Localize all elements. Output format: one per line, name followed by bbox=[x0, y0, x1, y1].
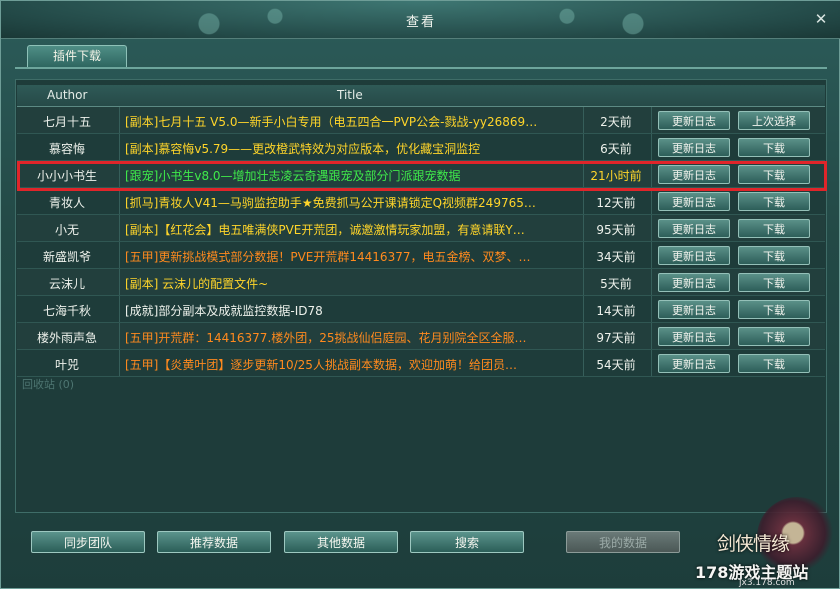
column-separator bbox=[119, 242, 120, 268]
window-titlebar: 查看 ✕ bbox=[1, 1, 840, 39]
row-updated-time: 12天前 bbox=[596, 196, 636, 210]
table-row[interactable]: 楼外雨声急 [五甲]开荒群：14416377.楼外团，25挑战仙侣庭园、花月别院全… bbox=[17, 323, 825, 350]
row-author: 慕容悔 bbox=[48, 142, 85, 156]
column-separator bbox=[651, 350, 652, 376]
game-logo-text: 剑侠情缘 bbox=[717, 533, 790, 555]
update-log-button[interactable]: 更新日志 bbox=[658, 246, 730, 265]
column-separator bbox=[119, 296, 120, 322]
table-row[interactable]: 青妆人 [抓马]青妆人V41—马驹监控助手★免费抓马公开课请锁定Q视频群24976… bbox=[17, 188, 825, 215]
search-button[interactable]: 搜索 bbox=[410, 531, 524, 553]
row-title: [副本]【红花会】电五唯满侠PVE开荒团，诚邀激情玩家加盟，有意请联Y… bbox=[125, 223, 525, 237]
download-button[interactable]: 下载 bbox=[738, 246, 810, 265]
row-title: [五甲]更新挑战模式部分数据！PVE开荒群14416377，电五金榜、双梦、… bbox=[125, 250, 531, 264]
table-row[interactable]: 七海千秋 [成就]部分副本及成就监控数据-ID78 14天前 更新日志 下载 bbox=[17, 296, 825, 323]
row-updated-time: 97天前 bbox=[596, 331, 636, 345]
tab-underline bbox=[15, 67, 827, 69]
window-title: 查看 bbox=[405, 15, 436, 30]
download-button[interactable]: 下载 bbox=[738, 273, 810, 292]
header-author[interactable]: Author bbox=[47, 88, 87, 102]
row-author: 七月十五 bbox=[42, 115, 91, 129]
table-body: 七月十五 [副本]七月十五 V5.0—新手小白专用（电五四合一PVP公会-戮战-y… bbox=[17, 107, 825, 377]
column-separator bbox=[651, 323, 652, 349]
column-separator bbox=[119, 269, 120, 295]
row-updated-time: 54天前 bbox=[596, 358, 636, 372]
column-separator bbox=[651, 161, 652, 187]
column-separator bbox=[119, 161, 120, 187]
table-row[interactable]: 新盛凯爷 [五甲]更新挑战模式部分数据！PVE开荒群14416377，电五金榜、双… bbox=[17, 242, 825, 269]
download-button[interactable]: 上次选择 bbox=[738, 111, 810, 130]
table-row[interactable]: 叶兕 [五甲]【炎黄叶团】逐步更新10/25人挑战副本数据，欢迎加萌！给团员… 54… bbox=[17, 350, 825, 377]
row-author: 七海千秋 bbox=[42, 304, 91, 318]
sync-team-button[interactable]: 同步团队 bbox=[31, 531, 145, 553]
update-log-button[interactable]: 更新日志 bbox=[658, 219, 730, 238]
tab-plugin-download[interactable]: 插件下载 bbox=[27, 45, 127, 67]
row-author: 云沫儿 bbox=[48, 277, 85, 291]
row-updated-time: 5天前 bbox=[600, 277, 632, 291]
table-row[interactable]: 云沫儿 [副本] 云沫儿的配置文件~ 5天前 更新日志 下载 bbox=[17, 269, 825, 296]
row-title: [跟宠]小书生v8.0—增加壮志凌云奇遇跟宠及部分门派跟宠数据 bbox=[125, 169, 461, 183]
row-author: 新盛凯爷 bbox=[42, 250, 91, 264]
header-title[interactable]: Title bbox=[337, 88, 363, 102]
column-separator bbox=[119, 350, 120, 376]
row-updated-time: 21小时前 bbox=[590, 169, 642, 183]
table-header: Author Title bbox=[17, 85, 825, 107]
column-separator bbox=[651, 134, 652, 160]
recommended-data-button[interactable]: 推荐数据 bbox=[157, 531, 271, 553]
row-title: [成就]部分副本及成就监控数据-ID78 bbox=[125, 304, 323, 318]
update-log-button[interactable]: 更新日志 bbox=[658, 192, 730, 211]
row-updated-time: 6天前 bbox=[600, 142, 632, 156]
row-author: 叶兕 bbox=[54, 358, 79, 372]
download-button[interactable]: 下载 bbox=[738, 138, 810, 157]
row-author: 青妆人 bbox=[48, 196, 85, 210]
row-updated-time: 2天前 bbox=[600, 115, 632, 129]
column-separator bbox=[119, 188, 120, 214]
row-updated-time: 34天前 bbox=[596, 250, 636, 264]
row-title: [副本]七月十五 V5.0—新手小白专用（电五四合一PVP公会-戮战-yy268… bbox=[125, 115, 538, 129]
row-author: 小小小书生 bbox=[36, 169, 97, 183]
column-separator bbox=[651, 296, 652, 322]
column-separator bbox=[119, 134, 120, 160]
download-button[interactable]: 下载 bbox=[738, 327, 810, 346]
download-button[interactable]: 下载 bbox=[738, 165, 810, 184]
close-icon[interactable]: ✕ bbox=[811, 10, 831, 28]
row-author: 小无 bbox=[54, 223, 79, 237]
update-log-button[interactable]: 更新日志 bbox=[658, 327, 730, 346]
update-log-button[interactable]: 更新日志 bbox=[658, 300, 730, 319]
row-author: 楼外雨声急 bbox=[36, 331, 97, 345]
row-updated-time: 14天前 bbox=[596, 304, 636, 318]
column-separator bbox=[651, 269, 652, 295]
row-title: [副本] 云沫儿的配置文件~ bbox=[125, 277, 269, 291]
column-separator bbox=[119, 107, 120, 133]
column-separator bbox=[651, 188, 652, 214]
download-button[interactable]: 下载 bbox=[738, 354, 810, 373]
update-log-button[interactable]: 更新日志 bbox=[658, 354, 730, 373]
row-updated-time: 95天前 bbox=[596, 223, 636, 237]
column-separator bbox=[651, 242, 652, 268]
update-log-button[interactable]: 更新日志 bbox=[658, 111, 730, 130]
other-data-button[interactable]: 其他数据 bbox=[284, 531, 398, 553]
column-separator bbox=[651, 107, 652, 133]
column-separator bbox=[651, 215, 652, 241]
row-title: [抓马]青妆人V41—马驹监控助手★免费抓马公开课请锁定Q视频群249765… bbox=[125, 196, 536, 210]
update-log-button[interactable]: 更新日志 bbox=[658, 165, 730, 184]
my-data-button: 我的数据 bbox=[566, 531, 680, 553]
update-log-button[interactable]: 更新日志 bbox=[658, 273, 730, 292]
table-row[interactable]: 慕容悔 [副本]慕容悔v5.79——更改橙武特效为对应版本，优化藏宝洞监控 6天前 更… bbox=[17, 134, 825, 161]
column-separator bbox=[119, 215, 120, 241]
download-button[interactable]: 下载 bbox=[738, 219, 810, 238]
table-row[interactable]: 小小小书生 [跟宠]小书生v8.0—增加壮志凌云奇遇跟宠及部分门派跟宠数据 21小时… bbox=[17, 161, 825, 188]
download-button[interactable]: 下载 bbox=[738, 300, 810, 319]
update-log-button[interactable]: 更新日志 bbox=[658, 138, 730, 157]
column-separator bbox=[119, 323, 120, 349]
plugin-viewer-window: 查看 ✕ 插件下载 回收站 (0) Author Title 七月十五 [副本]七… bbox=[0, 0, 840, 589]
row-title: [副本]慕容悔v5.79——更改橙武特效为对应版本，优化藏宝洞监控 bbox=[125, 142, 481, 156]
site-watermark-url: jx3.178.com bbox=[739, 578, 795, 588]
table-row[interactable]: 小无 [副本]【红花会】电五唯满侠PVE开荒团，诚邀激情玩家加盟，有意请联Y… 95… bbox=[17, 215, 825, 242]
row-title: [五甲]【炎黄叶团】逐步更新10/25人挑战副本数据，欢迎加萌！给团员… bbox=[125, 358, 517, 372]
table-row[interactable]: 七月十五 [副本]七月十五 V5.0—新手小白专用（电五四合一PVP公会-戮战-y… bbox=[17, 107, 825, 134]
row-title: [五甲]开荒群：14416377.楼外团，25挑战仙侣庭园、花月别院全区全服… bbox=[125, 331, 527, 345]
recycle-bin-ghost-label: 回收站 (0) bbox=[22, 378, 75, 391]
download-button[interactable]: 下载 bbox=[738, 192, 810, 211]
plugin-table: Author Title 七月十五 [副本]七月十五 V5.0—新手小白专用（电五… bbox=[17, 85, 825, 377]
